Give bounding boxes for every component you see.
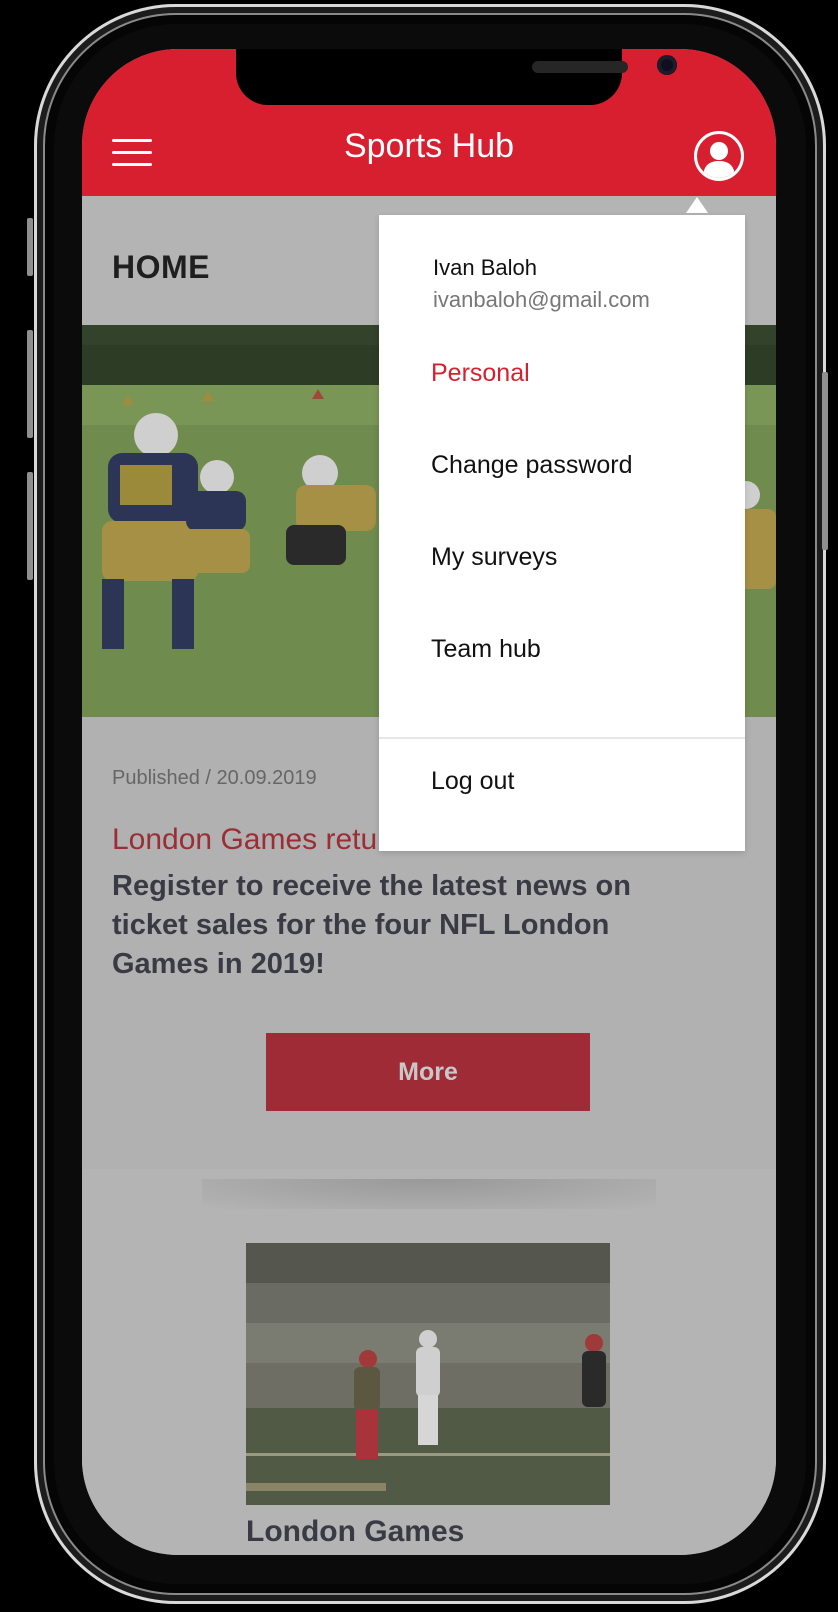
front-camera — [657, 55, 677, 75]
article-body: Register to receive the latest news on t… — [112, 870, 631, 980]
page-title: HOME — [112, 249, 210, 285]
volume-up-button — [27, 330, 33, 438]
volume-down-button — [27, 472, 33, 580]
menu-divider — [379, 737, 745, 739]
menu-item-change-password[interactable]: Change password — [431, 451, 633, 480]
section-shadow — [202, 1179, 656, 1209]
screen: Sports Hub HOME Published / 20.09.2019 L… — [82, 49, 776, 1555]
card-image[interactable] — [246, 1243, 610, 1505]
menu-item-team-hub[interactable]: Team hub — [431, 635, 541, 664]
profile-dropdown: Ivan Baloh ivanbaloh@gmail.com Personal … — [379, 215, 745, 851]
notch — [236, 49, 677, 105]
user-email: ivanbaloh@gmail.com — [433, 287, 650, 312]
card-title[interactable]: London Games — [246, 1515, 464, 1549]
mute-switch — [27, 218, 33, 276]
more-button[interactable]: More — [266, 1033, 590, 1111]
menu-item-my-surveys[interactable]: My surveys — [431, 543, 557, 572]
profile-avatar-icon[interactable] — [694, 131, 744, 181]
published-date: Published / 20.09.2019 — [112, 767, 317, 789]
speaker-grille — [532, 61, 628, 73]
app-title: Sports Hub — [343, 127, 515, 165]
menu-item-personal[interactable]: Personal — [431, 359, 530, 388]
power-button — [822, 372, 828, 550]
dropdown-arrow — [686, 197, 708, 213]
user-name: Ivan Baloh — [433, 255, 537, 280]
logout-button[interactable]: Log out — [431, 767, 514, 796]
